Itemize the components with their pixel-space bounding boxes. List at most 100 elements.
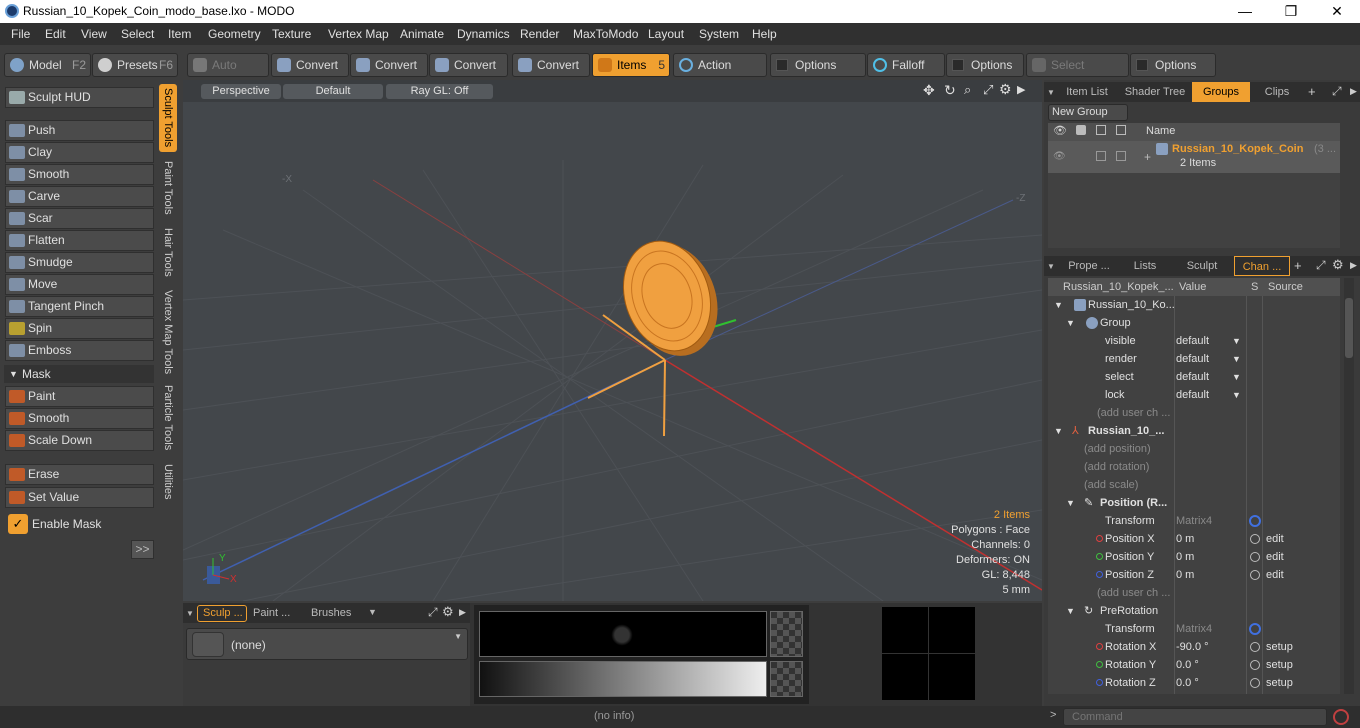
channel-row[interactable]: Rotation Z 0.0 ° setup	[1048, 674, 1340, 692]
pan-icon[interactable]: ✥	[923, 82, 935, 99]
options-checkbox[interactable]	[776, 59, 788, 71]
channel-value[interactable]: default	[1176, 386, 1209, 404]
mask-smooth[interactable]: Smooth	[5, 408, 154, 429]
options-checkbox[interactable]	[952, 59, 964, 71]
lock-toggle[interactable]	[1116, 151, 1126, 161]
channel-row[interactable]: (add scale)	[1048, 476, 1340, 494]
group-row[interactable]: 👁 + Russian_10_Kopek_Coin (3 ... 2 Items	[1048, 141, 1340, 173]
tool-tangent-pinch[interactable]: Tangent Pinch	[5, 296, 154, 317]
stencil-swatch[interactable]	[770, 611, 803, 657]
channel-row[interactable]: ▼ Russian_10_Ko...	[1048, 296, 1340, 314]
tab-lists[interactable]: Lists	[1120, 256, 1170, 276]
convert-materials-button[interactable]: Convert	[512, 53, 590, 77]
auto-select-button[interactable]: Auto Select	[187, 53, 269, 94]
tool-smudge[interactable]: Smudge	[5, 252, 154, 273]
menu-help[interactable]: Help	[752, 27, 777, 41]
command-input[interactable]	[1063, 708, 1327, 726]
tab-particle-tools[interactable]: Particle Tools	[159, 384, 177, 452]
channel-row[interactable]: Position X 0 m edit	[1048, 530, 1340, 548]
tab-clips[interactable]: Clips	[1252, 82, 1302, 102]
menu-geometry[interactable]: Geometry	[208, 27, 261, 41]
tab-shader-tree[interactable]: Shader Tree	[1120, 82, 1190, 102]
maximize-view-icon[interactable]: ⤢	[983, 82, 993, 98]
menu-render[interactable]: Render	[520, 27, 559, 41]
channel-row[interactable]: ▼ ⅄ Russian_10_...	[1048, 422, 1340, 440]
select-through-button[interactable]: Select Through	[1026, 53, 1129, 94]
dropdown-arrow-icon[interactable]: ▼	[1232, 332, 1241, 350]
tab-sculpt[interactable]: Sculp ...	[197, 605, 247, 622]
dropdown-arrow-icon[interactable]: ▼	[1232, 368, 1241, 386]
mask-paint[interactable]: Paint	[5, 386, 154, 407]
channel-value[interactable]: default	[1176, 368, 1209, 386]
mask-erase[interactable]: Erase	[5, 464, 154, 485]
channel-value[interactable]: 0 m	[1176, 548, 1194, 566]
tab-utilities[interactable]: Utilities	[159, 462, 177, 502]
collapse-arrow-icon[interactable]: ▼	[1047, 88, 1055, 97]
tool-spin[interactable]: Spin	[5, 318, 154, 339]
convert-polygons-button[interactable]: Convert	[429, 53, 508, 77]
convert-vertices-button[interactable]: Convert	[271, 53, 349, 77]
tab-paint-tools[interactable]: Paint Tools	[159, 158, 177, 218]
mask-set-value[interactable]: Set Value	[5, 487, 154, 508]
tab-properties[interactable]: Prope ...	[1060, 256, 1118, 276]
menu-animate[interactable]: Animate	[400, 27, 444, 41]
collapse-arrow-icon[interactable]: ▼	[1047, 262, 1055, 271]
tab-sculpt[interactable]: Sculpt	[1174, 256, 1230, 276]
menu-select[interactable]: Select	[121, 27, 154, 41]
tab-brushes[interactable]: Brushes	[311, 607, 351, 619]
channel-row[interactable]: Rotation X -90.0 ° setup	[1048, 638, 1340, 656]
maximize-button[interactable]: ❐	[1268, 0, 1314, 23]
channel-row[interactable]: select default ▼	[1048, 368, 1340, 386]
select-options-button[interactable]: Options	[1130, 53, 1216, 77]
brush-select[interactable]: (none) ▼	[186, 628, 468, 660]
select-toggle[interactable]	[1096, 151, 1106, 161]
falloff-options-button[interactable]: Options	[946, 53, 1024, 77]
close-button[interactable]: ✕	[1314, 0, 1360, 23]
minimize-button[interactable]: —	[1222, 0, 1268, 23]
channel-value[interactable]: 0.0 °	[1176, 674, 1199, 692]
render-icon[interactable]	[1076, 125, 1086, 135]
maximize-panel-icon[interactable]: ⤢	[428, 605, 438, 620]
dropdown-arrow-icon[interactable]: ▼	[1232, 350, 1241, 368]
channel-row[interactable]: render default ▼	[1048, 350, 1340, 368]
viewport-menu-arrow-icon[interactable]: ▶	[1017, 83, 1025, 96]
channel-value[interactable]: 0 m	[1176, 530, 1194, 548]
tab-sculpt-tools[interactable]: Sculpt Tools	[159, 84, 177, 152]
gear-icon[interactable]: ⚙	[999, 81, 1012, 98]
channel-row[interactable]: ▼ Group	[1048, 314, 1340, 332]
presets-button[interactable]: Presets F6	[92, 53, 178, 77]
gradient-swatch[interactable]	[770, 661, 803, 697]
tab-channels[interactable]: Chan ...	[1234, 256, 1290, 276]
channel-row[interactable]: (add user ch ...	[1048, 584, 1340, 602]
menu-item[interactable]: Item	[168, 27, 191, 41]
gear-icon[interactable]: ⚙	[442, 604, 454, 620]
menu-texture[interactable]: Texture	[272, 27, 311, 41]
expand-icon[interactable]: +	[1144, 150, 1151, 164]
visibility-icon[interactable]: 👁	[1053, 124, 1067, 137]
state-indicator[interactable]	[1250, 534, 1260, 544]
matrix-gear-icon[interactable]	[1249, 623, 1261, 635]
items-mode-button[interactable]: Items 5	[592, 53, 670, 77]
new-group-button[interactable]: New Group	[1048, 104, 1128, 121]
tab-paint[interactable]: Paint ...	[253, 607, 290, 619]
tool-clay[interactable]: Clay	[5, 142, 154, 163]
menu-maxtomodo[interactable]: MaxToModo	[573, 27, 638, 41]
coin-mesh[interactable]	[610, 230, 732, 368]
panel-menu-arrow-icon[interactable]: ▶	[459, 607, 466, 618]
state-indicator[interactable]	[1250, 552, 1260, 562]
dropdown-arrow-icon[interactable]: ▼	[1232, 386, 1241, 404]
menu-layout[interactable]: Layout	[648, 27, 684, 41]
tab-groups[interactable]: Groups	[1192, 82, 1250, 102]
add-tab-icon[interactable]: +	[1308, 84, 1316, 99]
channel-value[interactable]: 0 m	[1176, 566, 1194, 584]
tool-flatten[interactable]: Flatten	[5, 230, 154, 251]
action-center-button[interactable]: Action Center	[673, 53, 767, 94]
state-indicator[interactable]	[1250, 642, 1260, 652]
tab-hair-tools[interactable]: Hair Tools	[159, 226, 177, 278]
visibility-icon[interactable]: 👁	[1053, 151, 1066, 162]
channel-row[interactable]: Position Z 0 m edit	[1048, 566, 1340, 584]
channel-row[interactable]: ▼ ↻ PreRotation	[1048, 602, 1340, 620]
tool-emboss[interactable]: Emboss	[5, 340, 154, 361]
falloff-button[interactable]: Falloff	[867, 53, 945, 77]
channel-row[interactable]: (add position)	[1048, 440, 1340, 458]
